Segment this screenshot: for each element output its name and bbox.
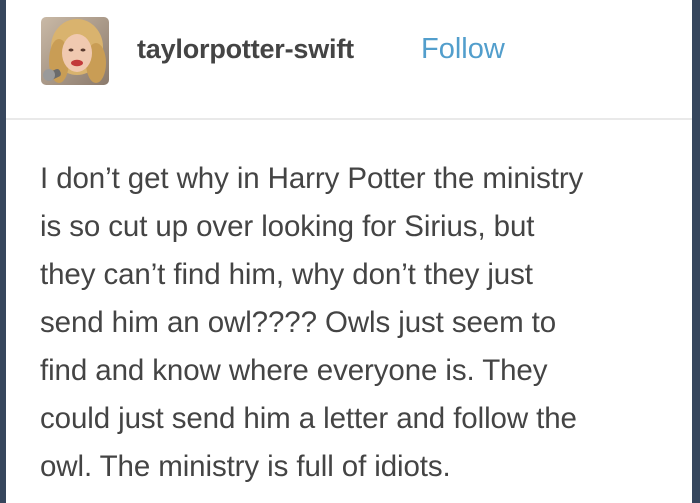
user-avatar-icon — [41, 17, 109, 85]
post-author-username[interactable]: taylorpotter-swift — [137, 34, 354, 65]
post-body: I don’t get why in Harry Potter the mini… — [40, 155, 670, 491]
post-text-line: send him an owl???? Owls just seem to — [40, 306, 557, 339]
post-text-line: I don’t get why in Harry Potter the mini… — [40, 162, 584, 195]
post-text-line: find and know where everyone is. They — [40, 354, 548, 387]
post-header: taylorpotter-swift Follow — [6, 0, 692, 120]
avatar[interactable] — [41, 17, 109, 85]
follow-button[interactable]: Follow — [421, 33, 505, 66]
post-card: taylorpotter-swift Follow I don’t get wh… — [6, 0, 692, 503]
post-text-line: they can’t find him, why don’t they just — [40, 258, 533, 291]
post-text-line: owl. The ministry is full of idiots. — [40, 450, 451, 483]
post-text-line: is so cut up over looking for Sirius, bu… — [40, 210, 535, 243]
post-text-line: could just send him a letter and follow … — [40, 402, 577, 435]
